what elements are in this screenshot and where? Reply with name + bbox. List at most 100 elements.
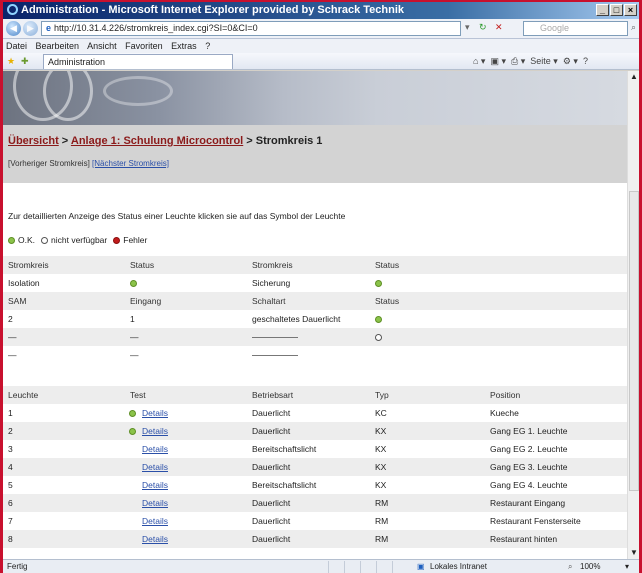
table-cell: — [125,328,247,346]
favorites-star-icon[interactable]: ★ [7,53,15,70]
maximize-button[interactable]: □ [610,4,623,16]
table-cell: Dauerlicht [252,516,291,526]
scroll-down-icon[interactable]: ▼ [628,547,640,559]
status-segment [344,561,360,573]
ie-page-icon: e [46,23,52,33]
table-cell: 4 [3,458,125,476]
menu-extras[interactable]: Extras [171,41,197,51]
table-cell: Details [125,494,247,512]
table-header: Leuchte [3,386,125,404]
menu-datei[interactable]: Datei [6,41,27,51]
details-link[interactable]: Details [142,534,168,544]
table-cell: Restaurant hinten [485,530,627,548]
table-cell: KX [370,422,485,440]
table-header: Schaltart [247,292,370,310]
back-arrow-icon[interactable]: ◀ [6,21,21,36]
browser-window: Administration - Microsoft Internet Expl… [0,0,642,573]
scroll-thumb[interactable] [629,191,639,491]
breadcrumb-anlage-link[interactable]: Anlage 1: Schulung Microcontrol [71,135,243,147]
search-input[interactable]: Google [523,21,628,36]
table-header: Status [370,256,485,274]
zoom-level[interactable]: 100% [580,560,600,573]
tab-administration[interactable]: Administration [43,54,233,69]
table-header: SAM [3,292,125,310]
legend-na-label: nicht verfügbar [51,235,108,245]
status-segment [376,561,392,573]
status-na-icon[interactable] [375,334,382,342]
tools-icon[interactable]: ⚙ ▾ [563,56,578,66]
table-cell [485,346,627,364]
lamp-table: Leuchte Test Betriebsart Typ Position 1 D… [3,386,627,548]
forward-arrow-icon[interactable]: ▶ [23,21,38,36]
table-cell [247,346,370,364]
table-cell: Bereitschaftslicht [252,480,317,490]
refresh-icon[interactable]: ↻ [479,22,487,33]
status-text: Fertig [7,562,28,571]
address-input[interactable]: e http://10.31.4.226/stromkreis_index.cgi… [41,21,461,36]
menu-help[interactable]: ? [205,41,210,51]
status-ok-icon[interactable] [129,410,136,418]
status-ok-icon[interactable] [375,316,382,324]
close-button[interactable]: × [624,4,637,16]
menu-ansicht[interactable]: Ansicht [87,41,117,51]
table-cell: Isolation [8,278,40,288]
window-title: Administration - Microsoft Internet Expl… [21,4,405,16]
table-cell: Bereitschaftslicht [252,444,317,454]
status-ok-icon[interactable] [375,280,382,288]
table-cell: Dauerlicht [252,408,291,418]
zoom-dropdown-icon[interactable]: ▾ [625,560,629,573]
details-link[interactable]: Details [142,498,168,508]
details-link[interactable]: Details [142,426,168,436]
table-cell [370,328,485,346]
search-icon[interactable]: ⌕ [631,22,636,33]
details-link[interactable]: Details [142,516,168,526]
table-cell: Details [125,404,247,422]
help-icon[interactable]: ? [583,56,588,66]
print-icon[interactable]: ⎙ ▾ [511,56,525,66]
vertical-scrollbar[interactable]: ▲ ▼ [627,71,639,559]
feeds-icon[interactable]: ▣ ▾ [490,56,506,66]
details-link[interactable]: Details [142,480,168,490]
next-circuit-link[interactable]: [Nächster Stromkreis] [92,159,169,168]
table-cell: 3 [8,444,13,454]
table-header: Position [485,386,627,404]
table-header: Stromkreis [3,256,125,274]
scroll-up-icon[interactable]: ▲ [628,71,640,83]
breadcrumb-overview-link[interactable]: Übersicht [8,135,59,147]
add-favorite-icon[interactable]: ✚ [21,53,29,70]
table-cell [485,274,627,292]
empty-line [252,337,298,339]
address-url: http://10.31.4.226/stromkreis_index.cgi?… [54,23,258,33]
table-header: Typ [370,386,485,404]
home-icon[interactable]: ⌂ ▾ [473,56,485,66]
table-row: 8 Details Dauerlicht RM Restaurant hinten [3,530,627,548]
intranet-icon: ▣ [417,562,425,571]
tab-label: Administration [48,57,106,67]
details-link[interactable]: Details [142,462,168,472]
table-cell [125,274,247,292]
minimize-button[interactable]: _ [596,4,609,16]
page-menu[interactable]: Seite ▾ [530,56,558,66]
status-ok-icon[interactable] [130,280,137,288]
table-cell: Details [125,512,247,530]
status-ok-icon[interactable] [129,428,136,436]
menu-bearbeiten[interactable]: Bearbeiten [36,41,80,51]
table-cell: Kueche [490,408,519,418]
banner-swoosh [43,71,93,121]
table-cell: KX [370,458,485,476]
details-link[interactable]: Details [142,408,168,418]
details-link[interactable]: Details [142,444,168,454]
table-cell: RM [370,530,485,548]
table-cell [370,310,485,328]
header-banner [3,71,627,125]
zone-label: Lokales Intranet [430,562,487,571]
table-cell: Restaurant Fensterseite [490,516,581,526]
table-row: 3 Details Bereitschaftslicht KX Gang EG 2. L… [3,440,627,458]
table-cell [485,310,627,328]
table-header: Eingang [125,292,247,310]
zoom-icon[interactable]: ⌕ [568,560,572,573]
stop-icon[interactable]: ✕ [495,22,503,33]
status-legend: O.K. nicht verfügbar Fehler [8,235,153,245]
dropdown-icon[interactable]: ▾ [465,22,470,33]
menu-favoriten[interactable]: Favoriten [125,41,163,51]
